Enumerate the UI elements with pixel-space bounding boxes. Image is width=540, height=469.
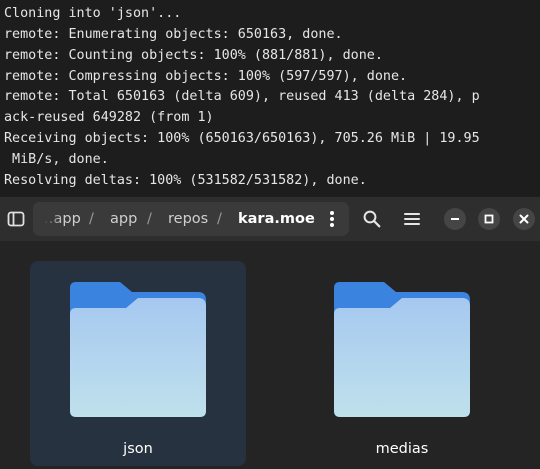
path-menu-button[interactable]	[316, 203, 348, 235]
header-bar: …app / app / repos / kara.moe	[0, 197, 540, 241]
folder-label: medias	[375, 441, 429, 457]
close-button[interactable]	[513, 208, 535, 230]
breadcrumb-separator: /	[217, 211, 222, 227]
terminal-line: ack-reused 649282 (from 1)	[4, 110, 214, 126]
terminal-line: remote: Enumerating objects: 650163, don…	[4, 26, 343, 42]
breadcrumb-separator: /	[89, 211, 94, 227]
terminal-line: remote: Counting objects: 100% (881/881)…	[4, 47, 383, 63]
breadcrumb-repos[interactable]: repos	[168, 202, 208, 236]
search-icon	[363, 210, 381, 228]
terminal-line: Receiving objects: 100% (650163/650163),…	[4, 131, 480, 147]
breadcrumb-separator: /	[147, 211, 152, 227]
sidebar-toggle-button[interactable]	[0, 203, 32, 235]
minimize-button[interactable]	[444, 208, 466, 230]
terminal-line: MiB/s, done.	[4, 151, 109, 167]
file-grid: json medias	[0, 241, 540, 469]
hamburger-menu-icon	[404, 213, 420, 225]
terminal-line: Cloning into 'json'...	[4, 6, 182, 21]
folder-label: json	[123, 441, 153, 457]
folder-icon	[70, 282, 206, 417]
terminal-output[interactable]: Cloning into 'json'... remote: Enumerati…	[0, 0, 540, 197]
terminal-line: remote: Total 650163 (delta 609), reused…	[4, 89, 480, 105]
folder-item-json[interactable]: json	[30, 261, 246, 466]
minimize-icon	[451, 218, 459, 220]
main-menu-button[interactable]	[396, 203, 428, 235]
folder-item-medias[interactable]: medias	[294, 261, 510, 466]
maximize-button[interactable]	[478, 208, 500, 230]
maximize-icon	[484, 214, 494, 224]
vertical-dots-icon	[330, 211, 334, 227]
breadcrumb-app[interactable]: app	[110, 202, 137, 236]
breadcrumb-current-kara-moe[interactable]: kara.moe	[238, 202, 315, 236]
folder-icon	[334, 282, 470, 417]
close-icon	[519, 214, 529, 224]
pathbar-fade	[33, 202, 63, 236]
path-bar: …app / app / repos / kara.moe	[33, 202, 349, 236]
terminal-line: Resolving deltas: 100% (531582/531582), …	[4, 172, 367, 188]
search-button[interactable]	[356, 203, 388, 235]
sidebar-toggle-icon	[7, 211, 25, 227]
terminal-line: remote: Compressing objects: 100% (597/5…	[4, 68, 408, 84]
